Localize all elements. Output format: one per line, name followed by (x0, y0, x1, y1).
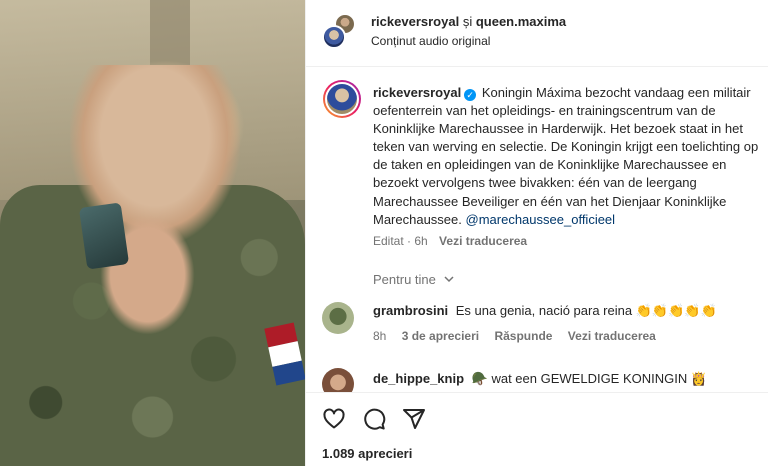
comment-item: grambrosini Es una genia, nació para rei… (322, 302, 768, 352)
comment-text: Es una genia, nació para reina (455, 303, 633, 318)
comment-item: de_hippe_knip 🪖 wat een GEWELDIGE KONING… (322, 368, 768, 400)
translate-link[interactable]: Vezi traducerea (439, 234, 527, 248)
caption-mention[interactable]: @marechaussee_officieel (466, 212, 616, 227)
caption-username[interactable]: rickeversroyal (373, 85, 461, 100)
comment-emoji: 👏👏👏👏👏 (635, 303, 717, 318)
comment-emoji: 👸 (690, 371, 708, 386)
comment-username[interactable]: grambrosini (373, 303, 448, 318)
post-viewer: rickeversroyal și queen.maxima Conținut … (0, 0, 768, 466)
header-separator: și (462, 14, 473, 29)
heart-icon[interactable] (322, 407, 346, 431)
likes-count[interactable]: 1.089 aprecieri (322, 446, 412, 461)
comment-time: 8h (373, 329, 387, 343)
header-usernames: rickeversroyal și queen.maxima (371, 14, 566, 29)
share-icon[interactable] (402, 407, 426, 431)
translate-link[interactable]: Vezi traducerea (568, 329, 656, 343)
post-caption: rickeversroyal ✓ Koningin Máxima bezocht … (373, 84, 768, 229)
comment-sort-dropdown[interactable]: Pentru tine (373, 272, 455, 287)
face-paint-compact (78, 202, 130, 270)
chevron-down-icon (443, 276, 454, 283)
comment-likes[interactable]: 3 de aprecieri (402, 329, 479, 343)
avatar (322, 25, 346, 49)
post-sidebar: rickeversroyal și queen.maxima Conținut … (305, 0, 768, 466)
avatar[interactable] (322, 302, 354, 334)
reply-button[interactable]: Răspunde (494, 329, 552, 343)
audio-label[interactable]: Conținut audio original (371, 34, 490, 48)
verified-icon: ✓ (464, 89, 477, 101)
collab-avatars[interactable] (322, 13, 358, 49)
comment-emoji: 🪖 (471, 371, 488, 386)
comment-icon[interactable] (362, 407, 386, 431)
caption-avatar[interactable] (323, 80, 361, 118)
post-header: rickeversroyal și queen.maxima Conținut … (306, 0, 768, 67)
edited-time: Editat · 6h (373, 234, 428, 248)
comment-text: wat een GEWELDIGE KONINGIN (491, 371, 688, 386)
header-user-link[interactable]: queen.maxima (476, 14, 566, 29)
comment-username[interactable]: de_hippe_knip (373, 371, 464, 386)
header-user-link[interactable]: rickeversroyal (371, 14, 459, 29)
caption-text: Koningin Máxima bezocht vandaag een mili… (373, 85, 759, 227)
sort-label: Pentru tine (373, 272, 436, 287)
caption-meta: Editat · 6h Vezi traducerea (373, 234, 527, 248)
post-video[interactable] (0, 0, 305, 466)
post-actions: 1.089 aprecieri (306, 392, 768, 466)
